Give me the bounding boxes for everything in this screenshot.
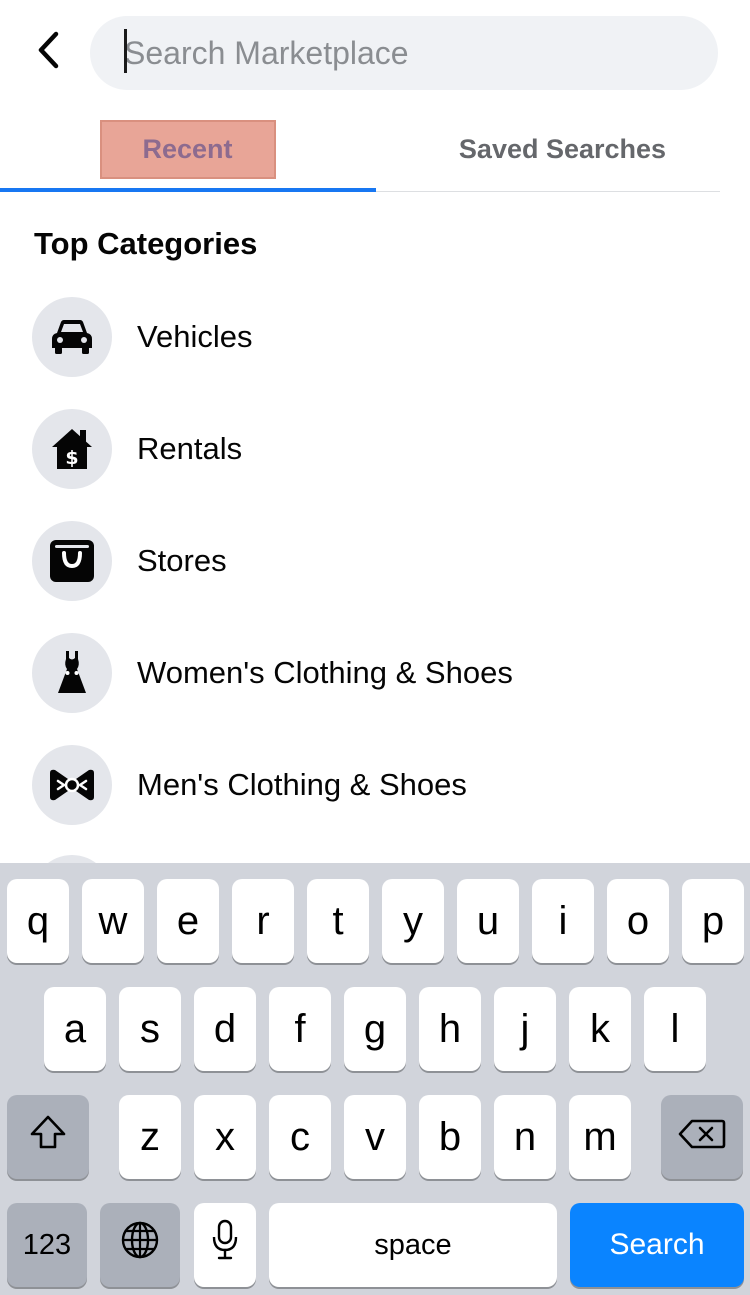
key-q[interactable]: q [7,879,69,963]
key-m[interactable]: m [569,1095,631,1179]
delete-key[interactable] [661,1095,743,1179]
category-label: Women's Clothing & Shoes [137,655,513,690]
shift-key[interactable] [7,1095,89,1179]
car-icon [32,297,112,377]
back-button[interactable] [22,24,74,80]
key-j[interactable]: j [494,987,556,1071]
globe-key[interactable] [100,1203,180,1287]
tab-recent-label: Recent [99,119,276,179]
key-h[interactable]: h [419,987,481,1071]
category-womens-clothing[interactable]: Women's Clothing & Shoes [32,632,722,714]
category-stores[interactable]: Stores [32,520,722,602]
chevron-left-icon [35,30,61,75]
svg-text:$: $ [65,447,78,469]
tab-saved-searches[interactable]: Saved Searches [375,106,750,192]
search-bar[interactable] [90,16,718,90]
key-e[interactable]: e [157,879,219,963]
key-n[interactable]: n [494,1095,556,1179]
key-o[interactable]: o [607,879,669,963]
bow-tie-icon [32,745,112,825]
backspace-icon [678,1115,726,1160]
key-l[interactable]: l [644,987,706,1071]
key-i[interactable]: i [532,879,594,963]
key-k[interactable]: k [569,987,631,1071]
key-z[interactable]: z [119,1095,181,1179]
search-input[interactable] [124,34,718,72]
category-label: Stores [137,543,227,578]
tab-recent[interactable]: Recent [0,106,375,192]
house-dollar-icon: $ [32,409,112,489]
key-u[interactable]: u [457,879,519,963]
key-v[interactable]: v [344,1095,406,1179]
shift-icon [29,1114,67,1160]
active-tab-indicator [0,188,376,192]
category-label: Vehicles [137,319,253,354]
category-label: Men's Clothing & Shoes [137,767,467,802]
microphone-icon [211,1219,239,1271]
onscreen-keyboard: q w e r t y u i o p a s d f g h j k l z … [0,863,750,1295]
key-p[interactable]: p [682,879,744,963]
key-r[interactable]: r [232,879,294,963]
space-key[interactable]: space [269,1203,557,1287]
key-w[interactable]: w [82,879,144,963]
key-a[interactable]: a [44,987,106,1071]
dictation-key[interactable] [194,1203,256,1287]
key-d[interactable]: d [194,987,256,1071]
key-t[interactable]: t [307,879,369,963]
category-mens-clothing[interactable]: Men's Clothing & Shoes [32,744,722,826]
key-f[interactable]: f [269,987,331,1071]
numbers-key[interactable]: 123 [7,1203,87,1287]
tab-bar: Recent Saved Searches [0,106,750,194]
key-b[interactable]: b [419,1095,481,1179]
key-s[interactable]: s [119,987,181,1071]
key-y[interactable]: y [382,879,444,963]
key-x[interactable]: x [194,1095,256,1179]
dress-icon [32,633,112,713]
category-vehicles[interactable]: Vehicles [32,296,722,378]
key-g[interactable]: g [344,987,406,1071]
section-title: Top Categories [34,226,258,261]
key-c[interactable]: c [269,1095,331,1179]
category-label: Rentals [137,431,243,466]
globe-icon [120,1220,160,1270]
category-rentals[interactable]: $ Rentals [32,408,722,490]
search-key[interactable]: Search [570,1203,744,1287]
tab-saved-searches-label: Saved Searches [458,133,667,164]
shopping-bag-icon [32,521,112,601]
text-cursor [124,29,127,73]
